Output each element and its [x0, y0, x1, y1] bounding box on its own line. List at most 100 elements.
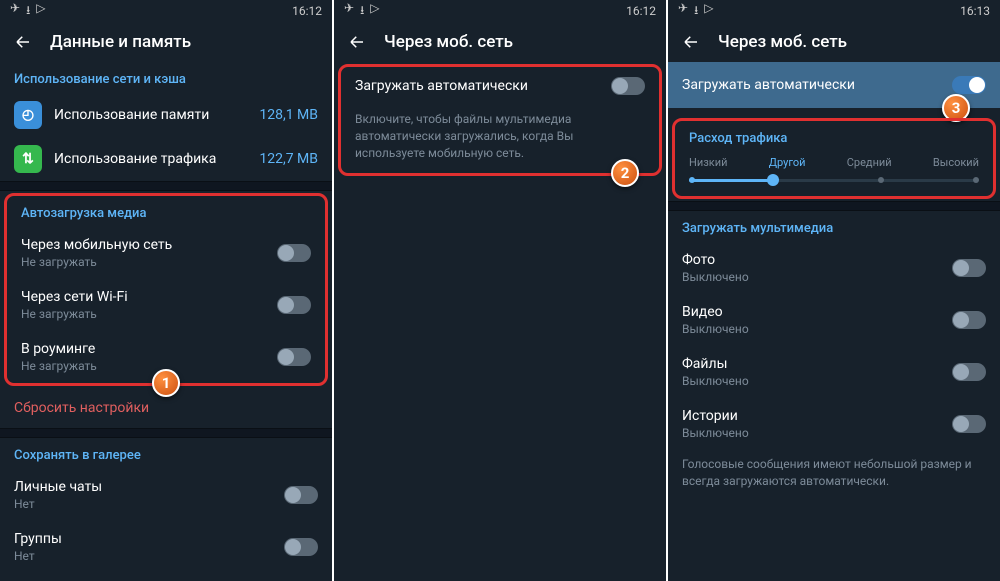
voice-hint: Голосовые сообщения имеют небольшой разм… — [668, 450, 1000, 502]
section-autoload: Автозагрузка медиа — [7, 196, 325, 227]
roaming-toggle[interactable] — [277, 348, 311, 366]
status-bar: ✈ ⭳ ▷ 16:13 — [668, 0, 1000, 22]
status-bar: ✈ ⭳ ▷ 16:12 — [0, 0, 332, 22]
highlight-traffic: Расход трафика Низкий Другой Средний Выс… — [672, 118, 996, 199]
channels-row[interactable]: Каналы Нет — [0, 573, 332, 581]
traffic-usage-row[interactable]: ⇅ Использование трафика 122,7 MB — [0, 137, 332, 181]
app-icon: ▷ — [370, 1, 379, 22]
download-icon: ⭳ — [360, 1, 364, 22]
video-row[interactable]: Видео Выключено — [668, 294, 1000, 346]
roaming-sub: Не загружать — [21, 359, 97, 373]
auto-hint: Включите, чтобы файлы мультимедиа автома… — [341, 105, 659, 173]
stories-toggle[interactable] — [952, 415, 986, 433]
slider-tick — [878, 177, 884, 183]
clock: 16:12 — [626, 4, 656, 18]
photo-sub: Выключено — [682, 270, 749, 284]
panel-2-mobile-network: ✈ ⭳ ▷ 16:12 Через моб. сеть Загружать ав… — [334, 0, 666, 581]
video-label: Видео — [682, 304, 749, 320]
titlebar: Через моб. сеть — [668, 22, 1000, 62]
back-icon[interactable] — [14, 33, 32, 51]
download-icon: ⭳ — [694, 1, 698, 22]
slider-medium: Средний — [847, 156, 892, 169]
photo-toggle[interactable] — [952, 259, 986, 277]
stories-label: Истории — [682, 408, 749, 424]
app-icon: ▷ — [704, 1, 713, 22]
titlebar: Данные и память — [0, 22, 332, 62]
stories-row[interactable]: Истории Выключено — [668, 398, 1000, 450]
files-sub: Выключено — [682, 374, 749, 388]
titlebar: Через моб. сеть — [334, 22, 666, 62]
slider-low: Низкий — [689, 156, 727, 169]
private-row[interactable]: Личные чаты Нет — [0, 469, 332, 521]
back-icon[interactable] — [348, 33, 366, 51]
stories-sub: Выключено — [682, 426, 749, 440]
section-gallery: Сохранять в галерее — [0, 438, 332, 469]
section-media: Загружать мультимедиа — [668, 211, 1000, 242]
video-sub: Выключено — [682, 322, 749, 336]
divider — [668, 201, 1000, 211]
slider-high: Высокий — [933, 156, 979, 169]
private-sub: Нет — [14, 497, 102, 511]
memory-usage-row[interactable]: ◴ Использование памяти 128,1 MB — [0, 93, 332, 137]
auto-download-row[interactable]: Загружать автоматически — [341, 67, 659, 105]
wifi-sub: Не загружать — [21, 307, 128, 321]
section-traffic: Расход трафика — [675, 121, 993, 152]
back-icon[interactable] — [682, 33, 700, 51]
traffic-value: 122,7 MB — [259, 151, 318, 167]
files-row[interactable]: Файлы Выключено — [668, 346, 1000, 398]
panel-3-mobile-network-on: ✈ ⭳ ▷ 16:13 Через моб. сеть Загружать ав… — [668, 0, 1000, 581]
files-label: Файлы — [682, 356, 749, 372]
slider-thumb[interactable] — [767, 174, 779, 186]
traffic-icon: ⇅ — [14, 145, 42, 173]
callout-badge-2: 2 — [611, 159, 639, 187]
wifi-toggle[interactable] — [277, 296, 311, 314]
page-title: Через моб. сеть — [718, 32, 847, 52]
telegram-icon: ✈ — [678, 1, 688, 22]
memory-label: Использование памяти — [54, 107, 247, 123]
photo-row[interactable]: Фото Выключено — [668, 242, 1000, 294]
slider-other: Другой — [769, 156, 806, 169]
app-icon: ▷ — [36, 1, 45, 22]
panel-1-data-memory: ✈ ⭳ ▷ 16:12 Данные и память Использовани… — [0, 0, 332, 581]
memory-icon: ◴ — [14, 101, 42, 129]
wifi-row[interactable]: Через сети Wi-Fi Не загружать — [7, 279, 325, 331]
mobile-sub: Не загружать — [21, 255, 172, 269]
groups-toggle[interactable] — [284, 538, 318, 556]
video-toggle[interactable] — [952, 311, 986, 329]
private-label: Личные чаты — [14, 479, 102, 495]
callout-badge-1: 1 — [152, 369, 180, 397]
roaming-label: В роуминге — [21, 341, 97, 357]
mobile-toggle[interactable] — [277, 244, 311, 262]
mobile-row[interactable]: Через мобильную сеть Не загружать — [7, 227, 325, 279]
groups-label: Группы — [14, 531, 62, 547]
download-icon: ⭳ — [26, 1, 30, 22]
auto-download-row-on[interactable]: Загружать автоматически 3 — [668, 62, 1000, 108]
auto-label: Загружать автоматически — [355, 78, 528, 94]
clock: 16:13 — [960, 4, 990, 18]
divider — [0, 181, 332, 191]
highlight-autoload-toggle: Загружать автоматически Включите, чтобы … — [338, 64, 662, 176]
groups-row[interactable]: Группы Нет — [0, 521, 332, 573]
groups-sub: Нет — [14, 549, 62, 563]
memory-value: 128,1 MB — [259, 107, 318, 123]
slider-tick — [973, 177, 979, 183]
telegram-icon: ✈ — [344, 1, 354, 22]
highlight-autoload: Автозагрузка медиа Через мобильную сеть … — [4, 193, 328, 386]
auto-toggle[interactable] — [611, 77, 645, 95]
clock: 16:12 — [292, 4, 322, 18]
auto-toggle-on[interactable] — [952, 76, 986, 94]
page-title: Данные и память — [50, 32, 191, 52]
auto-label: Загружать автоматически — [682, 77, 855, 93]
traffic-label: Использование трафика — [54, 151, 247, 167]
slider-tick — [689, 177, 695, 183]
slider-track[interactable] — [689, 179, 979, 182]
status-bar: ✈ ⭳ ▷ 16:12 — [334, 0, 666, 22]
files-toggle[interactable] — [952, 363, 986, 381]
mobile-label: Через мобильную сеть — [21, 237, 172, 253]
divider — [0, 428, 332, 438]
traffic-slider[interactable]: Низкий Другой Средний Высокий — [675, 152, 993, 196]
private-toggle[interactable] — [284, 486, 318, 504]
wifi-label: Через сети Wi-Fi — [21, 289, 128, 305]
section-usage: Использование сети и кэша — [0, 62, 332, 93]
page-title: Через моб. сеть — [384, 32, 513, 52]
